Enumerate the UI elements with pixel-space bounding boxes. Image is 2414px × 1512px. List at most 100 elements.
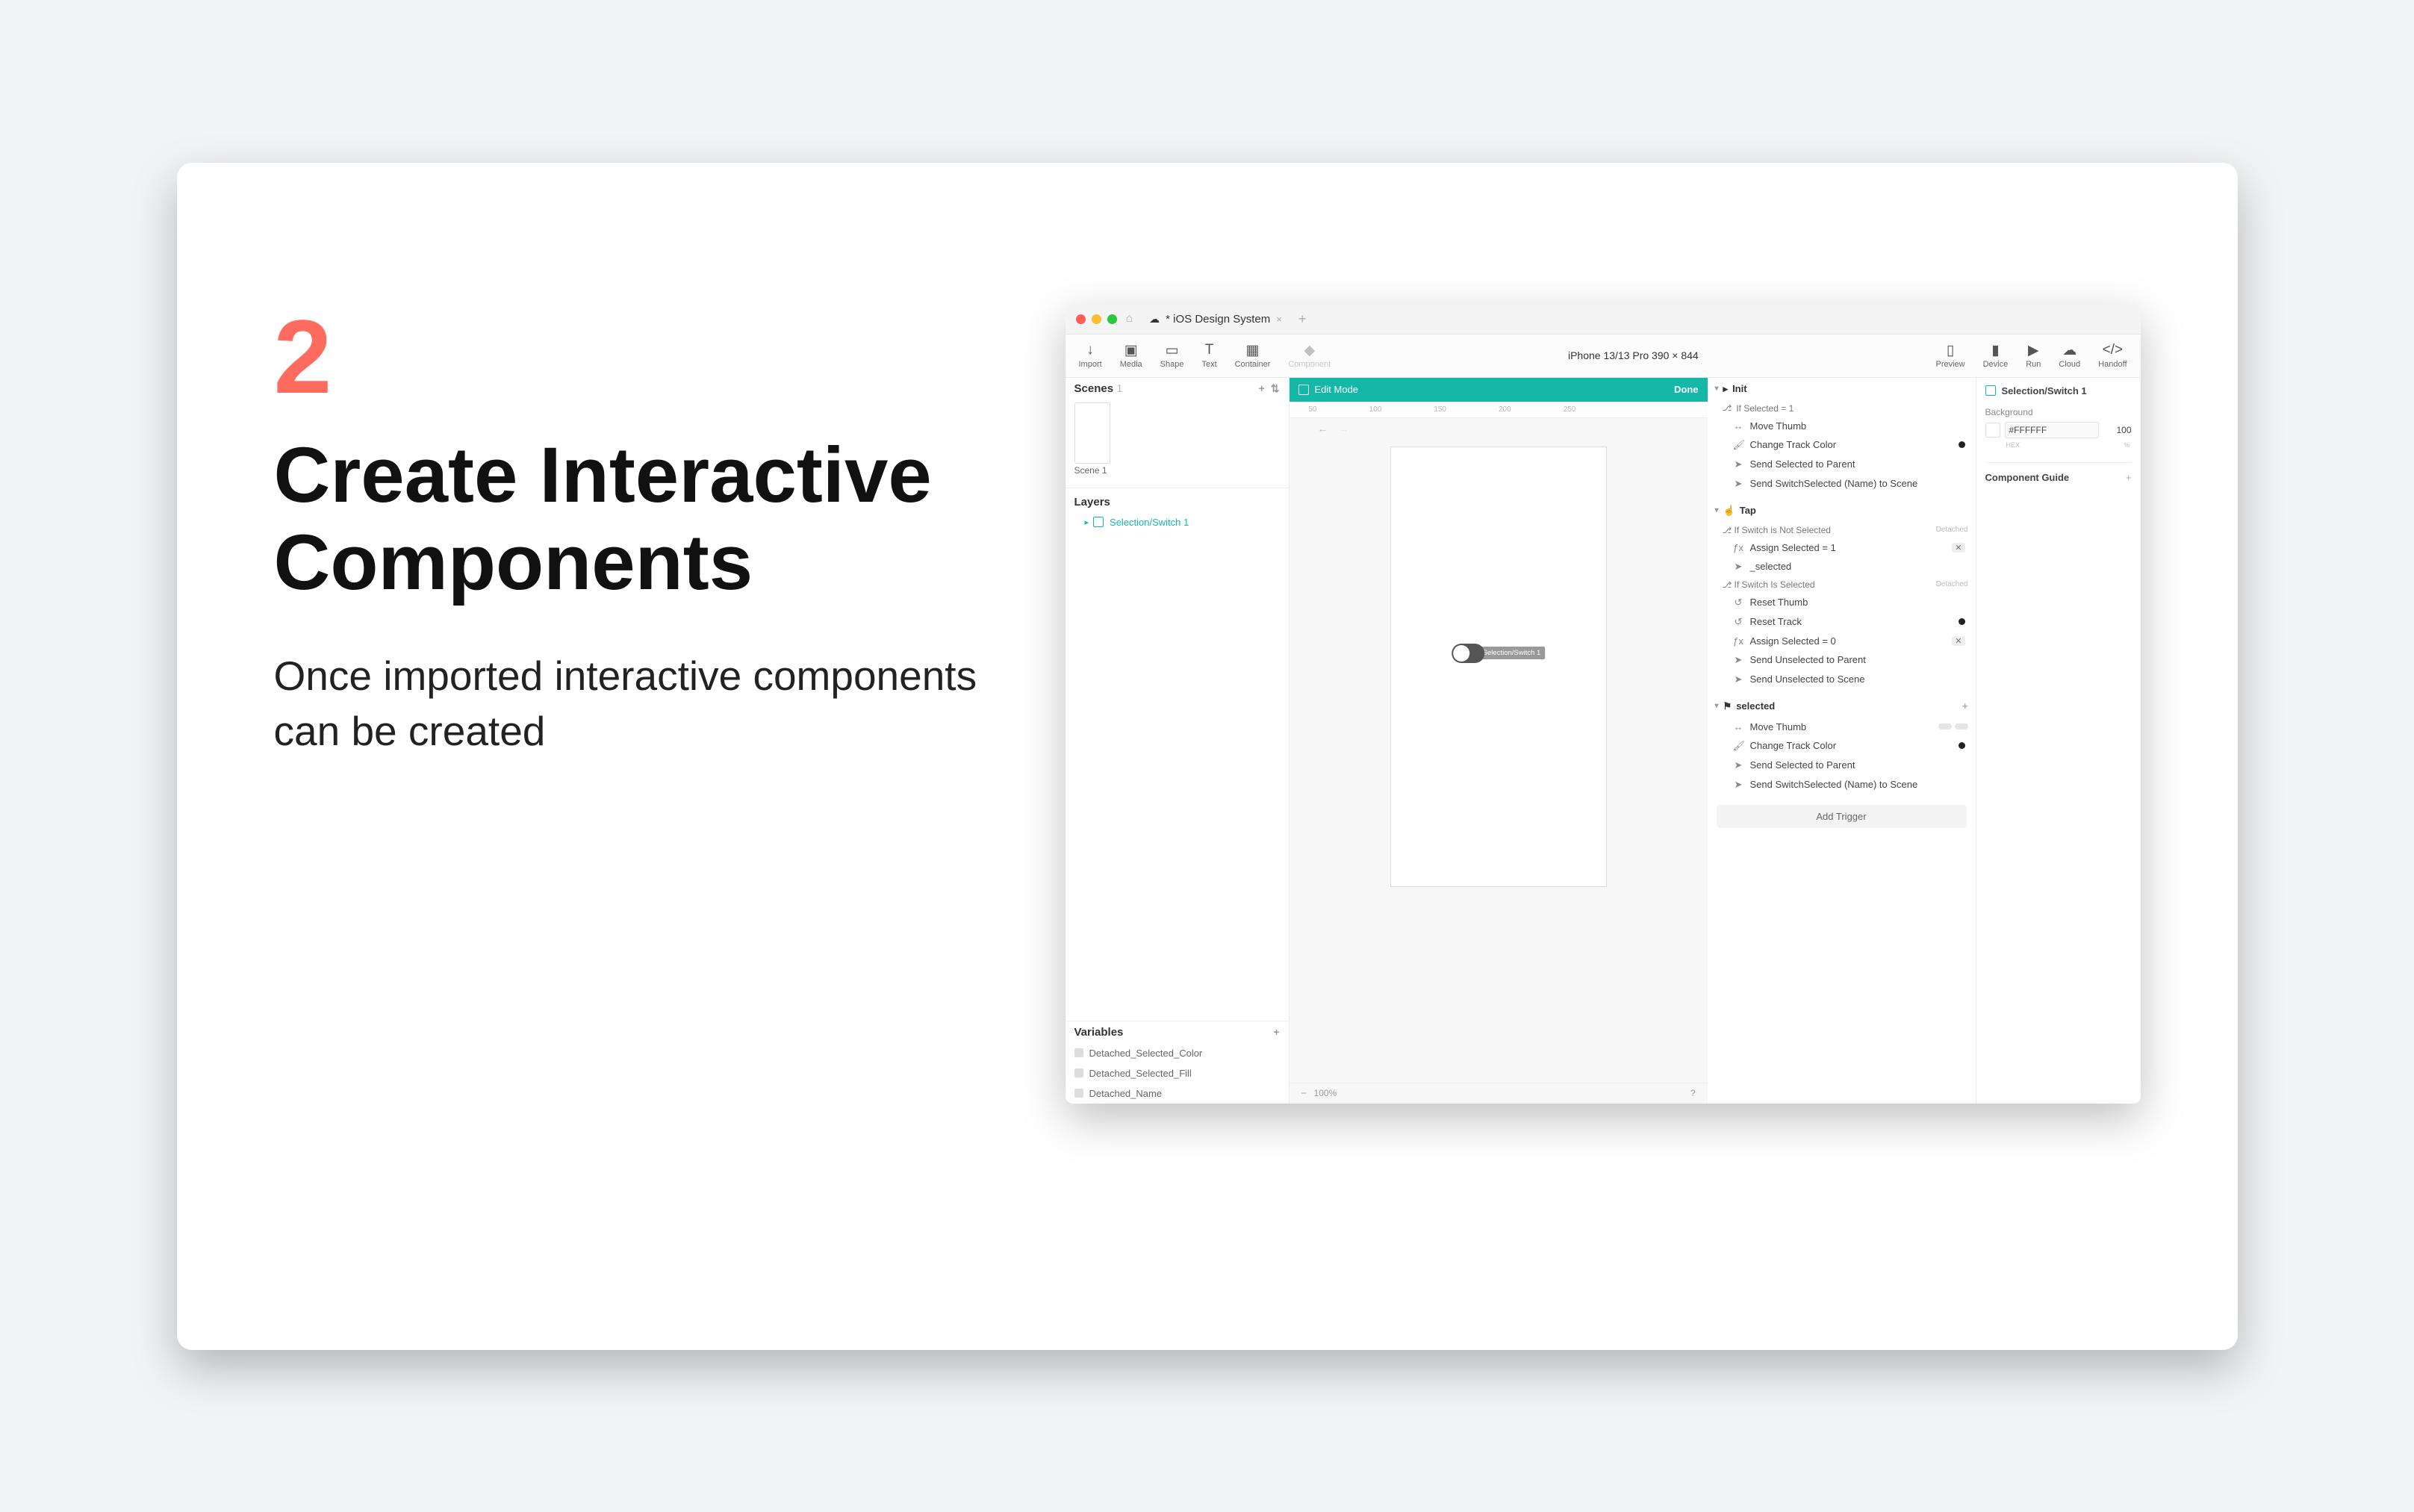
trigger-tap-header[interactable]: ▾☝Tap bbox=[1708, 500, 1976, 522]
chevron-down-icon: ▾ bbox=[1715, 385, 1719, 393]
add-trigger-button[interactable]: Add Trigger bbox=[1717, 805, 1967, 828]
component-icon: ◆ bbox=[1304, 342, 1315, 358]
variable-row[interactable]: Detached_Selected_Color bbox=[1066, 1043, 1289, 1063]
chevron-right-icon: ▸ bbox=[1085, 517, 1089, 527]
color-swatch[interactable] bbox=[1985, 423, 2000, 438]
variables-panel: Variables + Detached_Selected_Color Deta… bbox=[1066, 1021, 1289, 1104]
alpha-input[interactable]: 100 bbox=[2103, 425, 2132, 435]
import-icon: ↓ bbox=[1086, 342, 1094, 358]
device-frame: Selection/Switch 1 bbox=[1390, 447, 1607, 887]
minimize-window-button[interactable] bbox=[1092, 314, 1101, 324]
media-icon: ▣ bbox=[1124, 342, 1138, 358]
nav-forward-button[interactable]: → bbox=[1339, 423, 1349, 435]
hex-caption-row: HEX % bbox=[1985, 441, 2132, 449]
inspector-header: Selection/Switch 1 bbox=[1985, 385, 2132, 396]
canvas-body[interactable]: Selection/Switch 1 bbox=[1290, 439, 1708, 1083]
tool-preview[interactable]: ▯Preview bbox=[1935, 342, 1965, 369]
add-scene-button[interactable]: + bbox=[1259, 382, 1265, 395]
trigger-selected-header[interactable]: ▾⚑selected+ bbox=[1708, 695, 1976, 718]
send-icon: ➤ bbox=[1733, 759, 1744, 771]
action-send-parent[interactable]: ➤Send Selected to Parent bbox=[1708, 455, 1976, 474]
scenes-menu-button[interactable]: ⇅ bbox=[1271, 382, 1280, 395]
action-assign-0[interactable]: ƒxAssign Selected = 0✕ bbox=[1708, 632, 1976, 650]
trigger-init-header[interactable]: ▾▸Init bbox=[1708, 378, 1976, 400]
action-send-scene[interactable]: ➤Send SwitchSelected (Name) to Scene bbox=[1708, 474, 1976, 494]
action-send-scene[interactable]: ➤Send SwitchSelected (Name) to Scene bbox=[1708, 775, 1976, 794]
action-send-unselected-scene[interactable]: ➤Send Unselected to Scene bbox=[1708, 670, 1976, 689]
action-move-thumb[interactable]: ↔Move Thumb bbox=[1708, 718, 1976, 736]
tool-media[interactable]: ▣Media bbox=[1120, 342, 1142, 369]
traffic-lights bbox=[1076, 314, 1117, 324]
tool-device[interactable]: ▮Device bbox=[1983, 342, 2009, 369]
toolbar: ↓Import ▣Media ▭Shape TText ▦Container ◆… bbox=[1066, 335, 2141, 378]
container-icon: ▦ bbox=[1246, 342, 1260, 358]
home-icon[interactable]: ⌂ bbox=[1126, 312, 1133, 326]
action-selected[interactable]: ➤_selected bbox=[1708, 557, 1976, 576]
done-button[interactable]: Done bbox=[1674, 384, 1699, 395]
preview-icon: ▯ bbox=[1947, 342, 1954, 358]
component-box-icon bbox=[1985, 385, 1996, 396]
help-button[interactable]: ? bbox=[1690, 1088, 1696, 1098]
keyframe-badge: ✕ bbox=[1952, 543, 1965, 553]
background-label: Background bbox=[1985, 407, 2132, 417]
variable-row[interactable]: Detached_Selected_Fill bbox=[1066, 1063, 1289, 1083]
toolbar-left-group: ↓Import ▣Media ▭Shape TText ▦Container ◆… bbox=[1079, 342, 1331, 369]
tool-cloud[interactable]: ☁Cloud bbox=[2059, 342, 2080, 369]
switch-thumb bbox=[1453, 645, 1469, 662]
tool-import[interactable]: ↓Import bbox=[1079, 342, 1102, 369]
add-guide-button[interactable]: + bbox=[2126, 472, 2132, 483]
switch-selection-label: Selection/Switch 1 bbox=[1478, 647, 1546, 659]
variables-panel-header: Variables + bbox=[1066, 1021, 1289, 1043]
chevron-down-icon: ▾ bbox=[1715, 506, 1719, 514]
close-tab-icon[interactable]: × bbox=[1276, 314, 1282, 325]
condition-row[interactable]: ⎇ If Switch Is SelectedDetached bbox=[1708, 576, 1976, 593]
move-icon: ↔ bbox=[1733, 420, 1744, 432]
variable-icon bbox=[1074, 1068, 1083, 1077]
tool-handoff[interactable]: </>Handoff bbox=[2098, 342, 2127, 369]
nav-back-button[interactable]: ← bbox=[1318, 423, 1328, 435]
hex-input[interactable]: #FFFFFF bbox=[2005, 422, 2099, 438]
condition-icon: ⎇ bbox=[1723, 403, 1732, 413]
action-assign-1[interactable]: ƒxAssign Selected = 1✕ bbox=[1708, 538, 1976, 557]
add-action-button[interactable]: + bbox=[1962, 700, 1968, 712]
send-icon: ➤ bbox=[1733, 673, 1744, 685]
document-tab[interactable]: ☁ * iOS Design System × bbox=[1142, 311, 1290, 328]
action-move-thumb[interactable]: ↔Move Thumb bbox=[1708, 417, 1976, 435]
tool-component: ◆Component bbox=[1288, 342, 1331, 369]
variable-row[interactable]: Detached_Name bbox=[1066, 1083, 1289, 1104]
bolt-icon: ▸ bbox=[1723, 383, 1729, 395]
tap-icon: ☝ bbox=[1723, 505, 1735, 517]
action-change-track-color[interactable]: 🖌Change Track Color bbox=[1708, 435, 1976, 455]
add-tab-button[interactable]: + bbox=[1298, 311, 1307, 327]
zoom-window-button[interactable] bbox=[1107, 314, 1117, 324]
condition-row[interactable]: ⎇If Selected = 1 bbox=[1708, 400, 1976, 417]
action-reset-track[interactable]: ↺Reset Track bbox=[1708, 612, 1976, 632]
action-change-track-color[interactable]: 🖌Change Track Color bbox=[1708, 736, 1976, 756]
color-swatch-dot bbox=[1959, 742, 1965, 749]
action-send-unselected-parent[interactable]: ➤Send Unselected to Parent bbox=[1708, 650, 1976, 670]
add-variable-button[interactable]: + bbox=[1273, 1026, 1279, 1038]
action-send-parent[interactable]: ➤Send Selected to Parent bbox=[1708, 756, 1976, 775]
condition-row[interactable]: ⎇ If Switch is Not SelectedDetached bbox=[1708, 522, 1976, 538]
slide-card: 2 Create Interactive Components Once imp… bbox=[177, 163, 2238, 1350]
handoff-icon: </> bbox=[2103, 342, 2123, 358]
tool-run[interactable]: ▶Run bbox=[2026, 342, 2041, 369]
layer-item-switch[interactable]: ▸ Selection/Switch 1 bbox=[1066, 513, 1289, 532]
action-reset-thumb[interactable]: ↺Reset Thumb bbox=[1708, 593, 1976, 612]
cloud-icon: ☁ bbox=[1149, 313, 1160, 326]
zoom-level[interactable]: 100% bbox=[1301, 1088, 1337, 1098]
horizontal-ruler: 50 100 150 200 250 bbox=[1290, 402, 1708, 418]
run-icon: ▶ bbox=[2028, 342, 2039, 358]
actions-panel: ▾▸Init ⎇If Selected = 1 ↔Move Thumb 🖌Cha… bbox=[1708, 378, 1976, 1104]
chevron-down-icon: ▾ bbox=[1715, 702, 1719, 710]
close-window-button[interactable] bbox=[1076, 314, 1086, 324]
tool-text[interactable]: TText bbox=[1201, 342, 1216, 369]
component-guide-row[interactable]: Component Guide + bbox=[1985, 462, 2132, 483]
tool-shape[interactable]: ▭Shape bbox=[1160, 342, 1184, 369]
scene-label: Scene 1 bbox=[1066, 465, 1289, 483]
scenes-panel-header: Scenes 1 +⇅ bbox=[1066, 378, 1289, 399]
tool-container[interactable]: ▦Container bbox=[1235, 342, 1271, 369]
scene-thumbnail[interactable] bbox=[1074, 402, 1110, 464]
canvas-nav-arrows: ← → bbox=[1290, 418, 1708, 439]
switch-component[interactable]: Selection/Switch 1 bbox=[1452, 644, 1546, 663]
